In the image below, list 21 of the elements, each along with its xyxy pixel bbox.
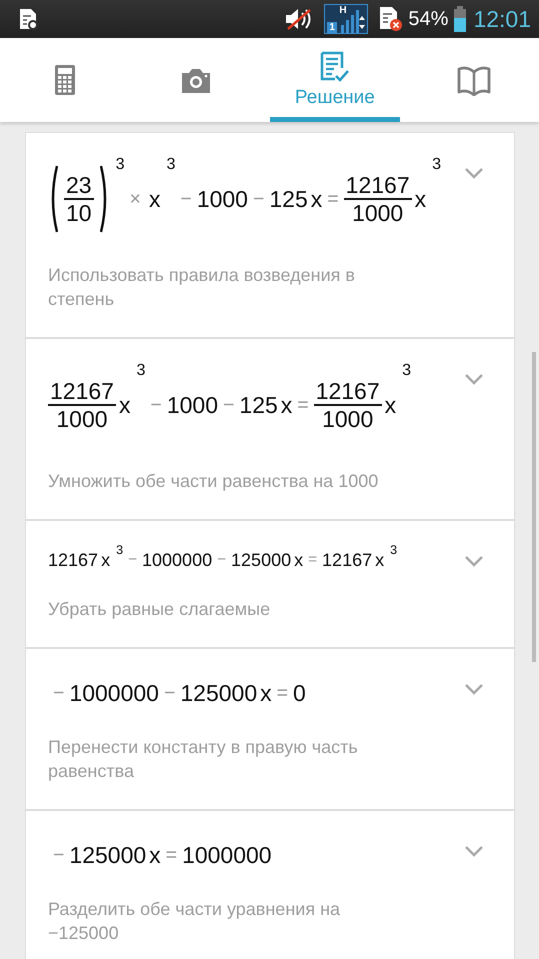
expand-chevron-icon[interactable]	[464, 683, 484, 695]
step-description: Использовать правила возведения в степень	[48, 264, 356, 311]
sim-error-icon	[378, 6, 404, 32]
mobile-signal-icon: H 1	[324, 4, 368, 34]
checked-list-icon	[318, 50, 351, 82]
open-book-icon	[456, 64, 491, 96]
sim-settings-icon	[18, 8, 38, 30]
math-expression: − 1000000 − 125000x = 0	[52, 678, 306, 708]
clock: 12:01	[473, 6, 531, 32]
expand-chevron-icon[interactable]	[464, 373, 484, 385]
expand-chevron-icon[interactable]	[464, 167, 484, 179]
battery-percent: 54%	[408, 8, 448, 30]
battery-icon	[453, 6, 468, 32]
step-description: Разделить обе части уравнения на −125000	[48, 898, 342, 945]
expand-chevron-icon[interactable]	[464, 555, 484, 567]
step-description: Убрать равные слагаемые	[48, 598, 272, 621]
step-description: Умножить обе части равенства на 1000	[48, 470, 380, 493]
math-expression: − 125000x = 1000000	[52, 840, 272, 870]
expand-chevron-icon[interactable]	[464, 845, 484, 857]
math-expression: 12167 x 3 − 1000000 − 125000 x = 12167 x 3	[48, 545, 398, 572]
step-description: Перенести константу в правую часть равенства	[48, 736, 359, 783]
